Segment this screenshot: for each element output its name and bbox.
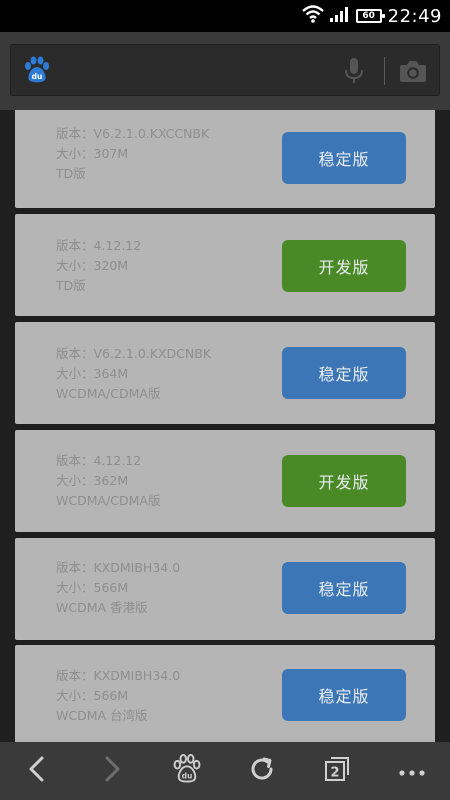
version-number: 版本：KXDMIBH34.0 <box>56 560 181 575</box>
battery-icon: 60 <box>355 9 385 23</box>
list-item: 版本：KXDMIBH34.0 大小：566M WCDMA 台湾版 稳定版 <box>15 645 435 742</box>
version-info: 版本：V6.2.1.0.KXCCNBK 大小：307M TD版 <box>56 124 209 184</box>
network-type: WCDMA 台湾版 <box>56 708 148 723</box>
dev-version-button[interactable]: 开发版 <box>282 455 406 507</box>
baidu-paw-logo-icon[interactable]: du <box>23 56 51 84</box>
version-info: 版本：V6.2.1.0.KXDCNBK 大小：364M WCDMA/CDMA版 <box>56 344 211 404</box>
version-number: 版本：4.12.12 <box>56 238 142 253</box>
search-divider <box>384 57 385 85</box>
file-size: 大小：362M <box>56 473 129 488</box>
version-info: 版本：4.12.12 大小：362M WCDMA/CDMA版 <box>56 451 160 511</box>
back-icon <box>27 755 47 787</box>
baidu-home-button[interactable]: du <box>157 742 217 800</box>
wifi-icon <box>301 5 324 27</box>
forward-icon <box>102 755 122 787</box>
list-item: 版本：KXDMIBH34.0 大小：566M WCDMA 香港版 稳定版 <box>15 538 435 640</box>
search-input[interactable]: du <box>10 44 440 96</box>
refresh-button[interactable] <box>232 742 292 800</box>
status-bar: 60 22:49 <box>0 0 450 32</box>
file-size: 大小：566M <box>56 580 129 595</box>
stable-version-button[interactable]: 稳定版 <box>282 347 406 399</box>
dev-version-button[interactable]: 开发版 <box>282 240 406 292</box>
network-type: WCDMA 香港版 <box>56 600 148 615</box>
stable-version-button[interactable]: 稳定版 <box>282 132 406 184</box>
network-type: WCDMA/CDMA版 <box>56 493 161 508</box>
more-icon <box>398 762 426 781</box>
bottom-toolbar: du 2 <box>0 742 450 800</box>
forward-button[interactable] <box>82 742 142 800</box>
file-size: 大小：566M <box>56 688 129 703</box>
version-list[interactable]: 版本：V6.2.1.0.KXCCNBK 大小：307M TD版 稳定版 版本：4… <box>0 110 450 742</box>
stable-version-button[interactable]: 稳定版 <box>282 669 406 721</box>
network-type: TD版 <box>56 278 86 293</box>
version-number: 版本：KXDMIBH34.0 <box>56 668 181 683</box>
version-info: 版本：4.12.12 大小：320M TD版 <box>56 236 141 296</box>
tab-count: 2 <box>330 766 339 781</box>
baidu-logo-text: du <box>32 72 43 81</box>
file-size: 大小：364M <box>56 366 129 381</box>
refresh-icon <box>248 755 276 787</box>
tabs-button[interactable]: 2 <box>307 742 367 800</box>
tabs-icon: 2 <box>323 755 351 787</box>
back-button[interactable] <box>7 742 67 800</box>
more-button[interactable] <box>382 742 442 800</box>
baidu-home-icon: du <box>172 754 202 788</box>
clock: 22:49 <box>387 5 442 27</box>
version-info: 版本：KXDMIBH34.0 大小：566M WCDMA 台湾版 <box>56 666 180 726</box>
status-indicators: 60 22:49 <box>301 0 442 32</box>
network-type: WCDMA/CDMA版 <box>56 386 161 401</box>
file-size: 大小：307M <box>56 146 129 161</box>
microphone-icon[interactable] <box>343 57 365 85</box>
list-item: 版本：4.12.12 大小：320M TD版 开发版 <box>15 214 435 316</box>
baidu-home-text: du <box>182 772 193 781</box>
battery-level: 60 <box>362 10 375 21</box>
network-type: TD版 <box>56 166 86 181</box>
list-item: 版本：4.12.12 大小：362M WCDMA/CDMA版 开发版 <box>15 430 435 532</box>
signal-icon <box>329 6 350 26</box>
version-info: 版本：KXDMIBH34.0 大小：566M WCDMA 香港版 <box>56 558 180 618</box>
list-item: 版本：V6.2.1.0.KXCCNBK 大小：307M TD版 稳定版 <box>15 110 435 208</box>
stable-version-button[interactable]: 稳定版 <box>282 562 406 614</box>
camera-icon[interactable] <box>399 59 427 83</box>
list-item: 版本：V6.2.1.0.KXDCNBK 大小：364M WCDMA/CDMA版 … <box>15 322 435 424</box>
search-header: du <box>0 32 450 110</box>
version-number: 版本：V6.2.1.0.KXCCNBK <box>56 126 210 141</box>
file-size: 大小：320M <box>56 258 129 273</box>
version-number: 版本：V6.2.1.0.KXDCNBK <box>56 346 211 361</box>
version-number: 版本：4.12.12 <box>56 453 142 468</box>
